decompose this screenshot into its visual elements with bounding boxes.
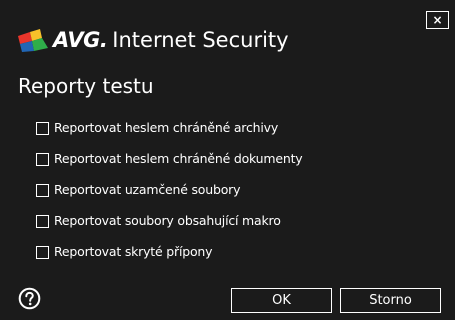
avg-dialog: AVG. Internet Security × Reporty testu Re…	[0, 0, 455, 320]
close-icon: ×	[432, 13, 443, 27]
checkbox[interactable]	[36, 121, 49, 135]
option-label: Reportovat uzamčené soubory	[54, 182, 241, 197]
option-hidden-extensions[interactable]: Reportovat skryté přípony	[36, 242, 213, 262]
avg-logo-icon	[18, 29, 48, 52]
dialog-heading: Reporty testu	[18, 74, 154, 98]
checkbox[interactable]	[36, 183, 49, 197]
option-macro-files[interactable]: Reportovat soubory obsahující makro	[36, 211, 281, 231]
option-password-archives[interactable]: Reportovat heslem chráněné archivy	[36, 118, 278, 138]
app-title: AVG. Internet Security	[53, 27, 289, 53]
app-brand: AVG.	[53, 28, 108, 52]
option-label: Reportovat skryté přípony	[54, 244, 213, 259]
dialog-header: AVG. Internet Security ×	[0, 0, 455, 70]
option-locked-files[interactable]: Reportovat uzamčené soubory	[36, 180, 240, 200]
checkbox[interactable]	[36, 245, 49, 259]
close-button[interactable]: ×	[426, 11, 449, 29]
cancel-button[interactable]: Storno	[340, 288, 441, 313]
option-password-documents[interactable]: Reportovat heslem chráněné dokumenty	[36, 149, 303, 169]
option-label: Reportovat soubory obsahující makro	[54, 213, 281, 228]
option-label: Reportovat heslem chráněné archivy	[54, 120, 279, 135]
checkbox[interactable]	[36, 214, 49, 228]
help-icon[interactable]	[18, 287, 41, 310]
option-label: Reportovat heslem chráněné dokumenty	[54, 151, 303, 166]
ok-button[interactable]: OK	[231, 288, 332, 313]
checkbox[interactable]	[36, 152, 49, 166]
app-product-name: Internet Security	[112, 28, 289, 52]
